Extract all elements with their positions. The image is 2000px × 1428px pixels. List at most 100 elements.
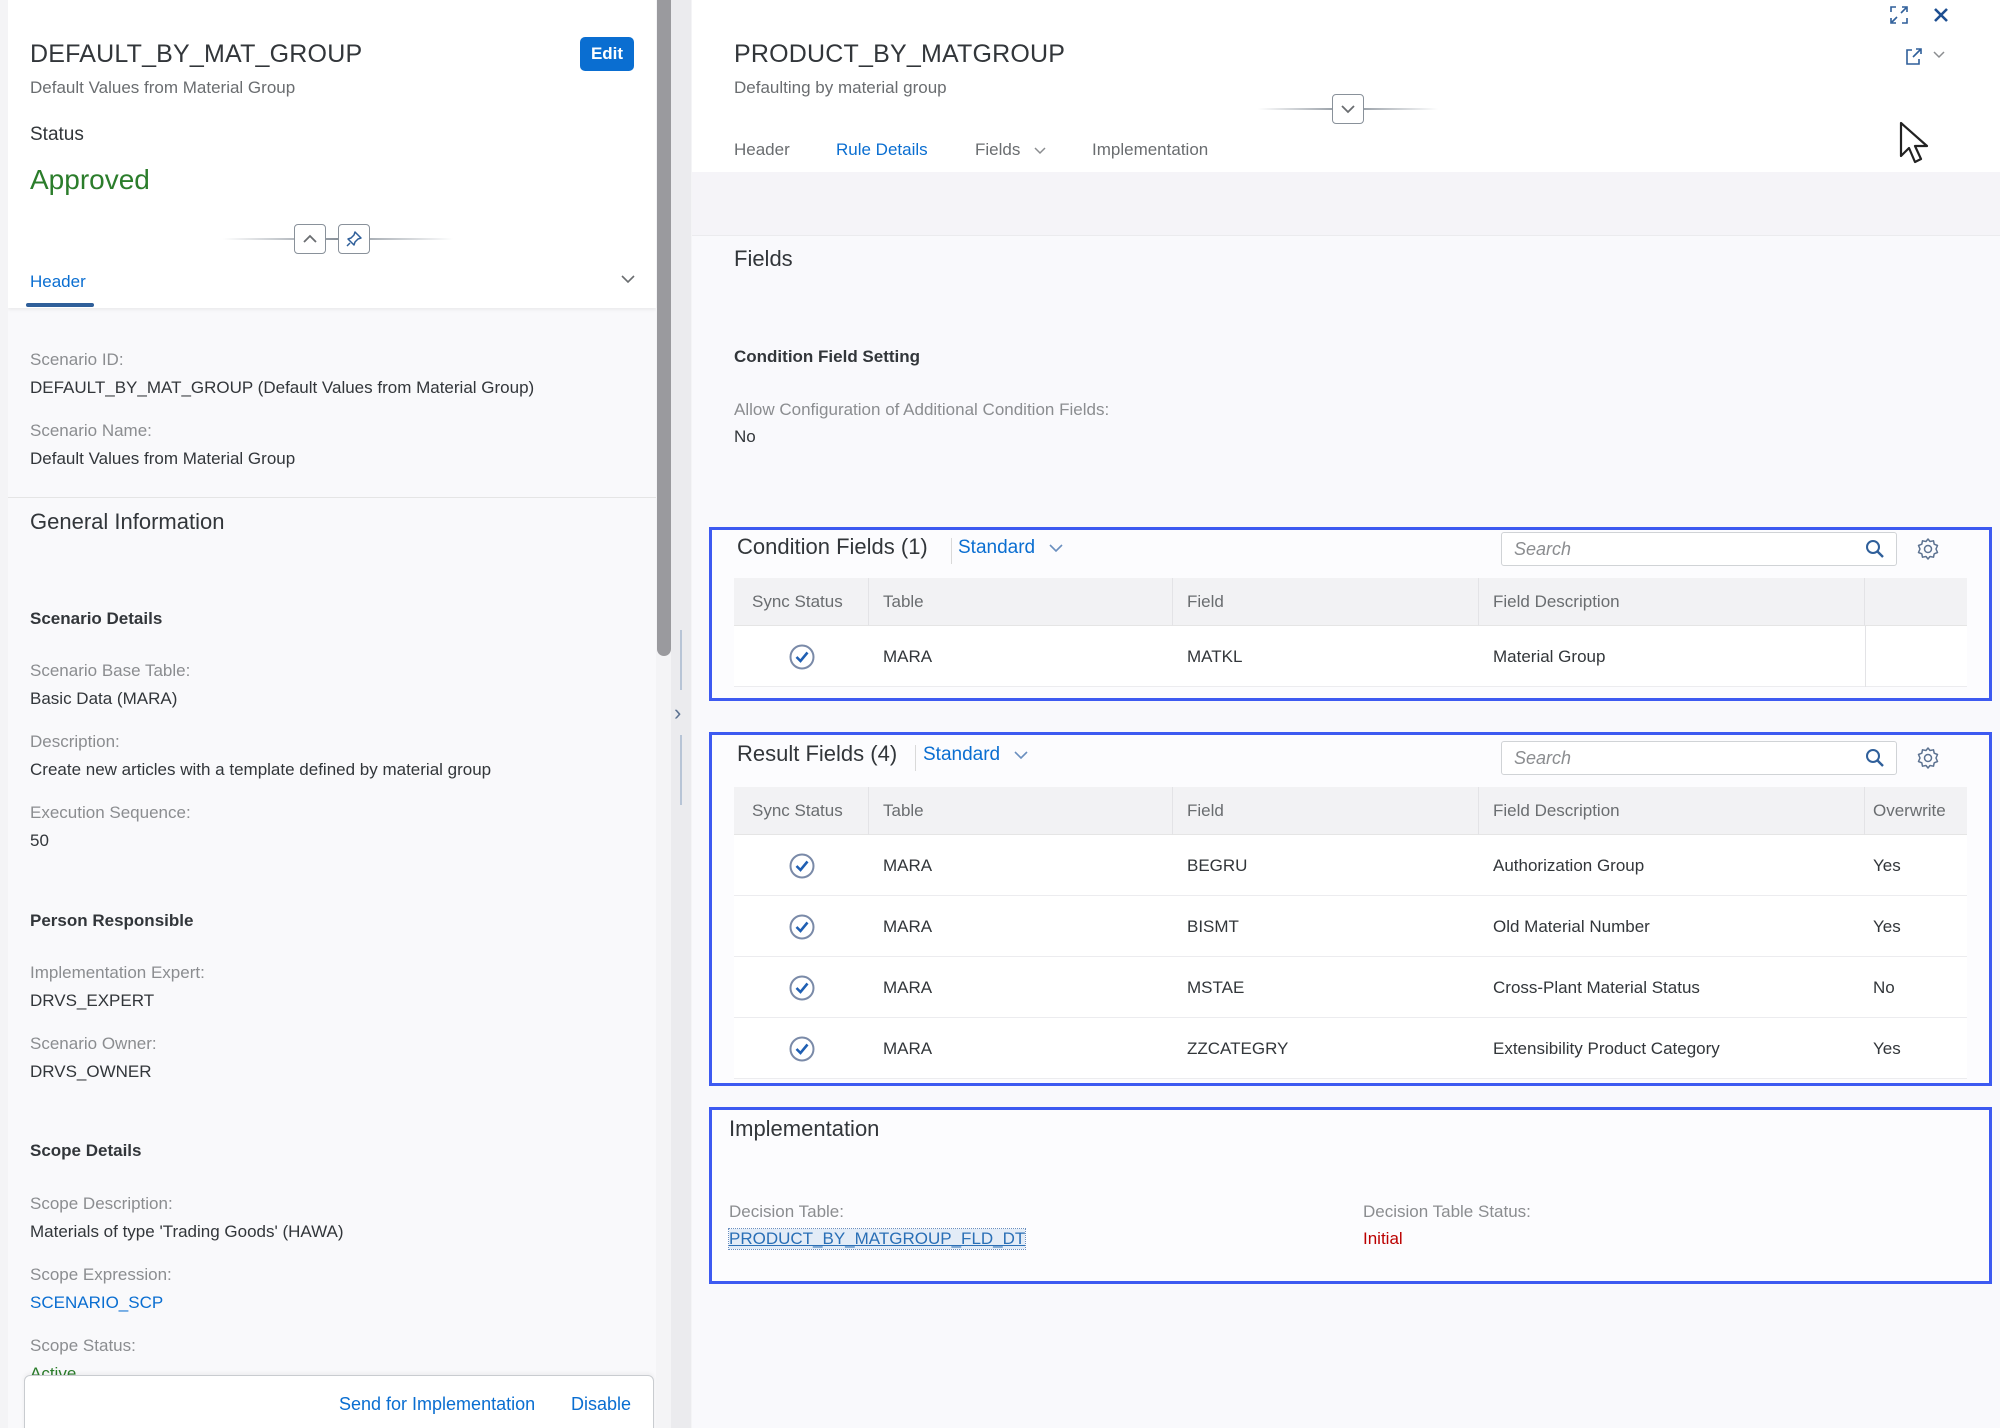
- exit-full-screen-button[interactable]: [1886, 2, 1912, 28]
- result-search-field[interactable]: [1501, 741, 1897, 775]
- chevron-down-icon[interactable]: [620, 274, 636, 284]
- gear-icon[interactable]: [1916, 746, 1940, 770]
- scope-description-value: Materials of type 'Trading Goods' (HAWA): [30, 1222, 344, 1241]
- expand-header-button[interactable]: [1332, 94, 1364, 124]
- right-subtitle: Defaulting by material group: [734, 78, 947, 97]
- collapse-header-button[interactable]: [294, 224, 326, 254]
- scenario-name-label: Scenario Name:: [30, 421, 152, 440]
- column-header-table[interactable]: Table: [869, 787, 1173, 835]
- status-label: Status: [30, 124, 84, 145]
- column-header-sync-status[interactable]: Sync Status: [734, 787, 869, 835]
- field-description-cell: Authorization Group: [1493, 856, 1645, 875]
- scope-details-heading: Scope Details: [30, 1141, 142, 1160]
- section-divider: [8, 497, 656, 498]
- decision-table-label: Decision Table:: [729, 1202, 844, 1221]
- field-description-cell: Cross-Plant Material Status: [1493, 978, 1700, 997]
- condition-table-header: Sync Status Table Field Field Descriptio…: [734, 578, 1967, 626]
- tab-header[interactable]: Header: [30, 272, 86, 292]
- decision-table-status-label: Decision Table Status:: [1363, 1202, 1531, 1221]
- tab-header[interactable]: Header: [734, 140, 790, 160]
- table-row[interactable]: MARA ZZCATEGRY Extensibility Product Categ…: [734, 1018, 1967, 1079]
- allow-config-value: No: [734, 427, 756, 446]
- condition-variant-selector[interactable]: Standard: [958, 537, 1064, 559]
- condition-search-input[interactable]: [1514, 537, 1830, 561]
- chevron-right-icon[interactable]: ›: [674, 700, 681, 726]
- table-cell: MARA: [883, 978, 933, 997]
- variant-separator: [951, 538, 952, 564]
- panel-splitter[interactable]: ›: [671, 0, 691, 1428]
- field-description-cell: Old Material Number: [1493, 917, 1650, 936]
- table-row[interactable]: MARA BEGRU Authorization Group Yes: [734, 835, 1967, 896]
- table-row[interactable]: MARA MATKL Material Group: [734, 626, 1967, 687]
- close-icon: [1934, 8, 1948, 22]
- column-header-overwrite[interactable]: Overwrite: [1865, 787, 1967, 835]
- column-header-field-description[interactable]: Field Description: [1479, 578, 1865, 626]
- check-circle-icon: [789, 914, 814, 939]
- result-fields-title: Result Fields (4): [737, 741, 898, 766]
- exit-full-screen-icon: [1890, 6, 1908, 24]
- decision-table-link[interactable]: PRODUCT_BY_MATGROUP_FLD_DT: [727, 1228, 1027, 1250]
- general-information-title: General Information: [30, 509, 225, 534]
- sync-status-cell: [734, 1018, 869, 1079]
- column-header-table[interactable]: Table: [869, 578, 1173, 626]
- search-icon[interactable]: [1864, 747, 1886, 769]
- disable-button[interactable]: Disable: [571, 1394, 631, 1415]
- check-circle-icon: [789, 975, 814, 1000]
- tab-fields-label: Fields: [975, 140, 1021, 159]
- edit-button[interactable]: Edit: [580, 37, 634, 71]
- column-header-field[interactable]: Field: [1173, 787, 1479, 835]
- chevron-down-icon: [1014, 751, 1028, 760]
- share-icon: [1906, 48, 1922, 65]
- decision-table-status-value: Initial: [1363, 1229, 1403, 1248]
- column-header-sync-status[interactable]: Sync Status: [734, 578, 869, 626]
- sync-status-cell: [734, 896, 869, 957]
- field-cell: MATKL: [1187, 647, 1243, 666]
- status-value: Approved: [30, 164, 150, 195]
- fields-section-title: Fields: [734, 246, 793, 271]
- table-cell: MARA: [883, 647, 933, 666]
- splitter-line-top: [680, 630, 682, 690]
- send-for-implementation-button[interactable]: Send for Implementation: [339, 1394, 535, 1415]
- variant-label: Standard: [958, 537, 1036, 558]
- condition-fields-panel: Condition Fields (1) Standard Sync Statu…: [709, 527, 1992, 701]
- search-icon[interactable]: [1864, 538, 1886, 560]
- overwrite-cell: No: [1873, 978, 1895, 997]
- column-header-field[interactable]: Field: [1173, 578, 1479, 626]
- table-row[interactable]: MARA MSTAE Cross-Plant Material Status No: [734, 957, 1967, 1018]
- column-header-field-description[interactable]: Field Description: [1479, 787, 1865, 835]
- share-button[interactable]: [1900, 42, 1928, 70]
- share-menu-chevron-icon[interactable]: [1932, 50, 1946, 60]
- check-circle-icon: [789, 853, 814, 878]
- scenario-id-value: DEFAULT_BY_MAT_GROUP (Default Values fro…: [30, 378, 535, 397]
- left-object-page: DEFAULT_BY_MAT_GROUP Default Values from…: [8, 0, 656, 1428]
- result-search-input[interactable]: [1514, 746, 1830, 770]
- scenario-id-label: Scenario ID:: [30, 350, 124, 369]
- implementation-title: Implementation: [729, 1116, 880, 1141]
- table-cell: MARA: [883, 917, 933, 936]
- right-title: PRODUCT_BY_MATGROUP: [734, 40, 1066, 68]
- footer-toolbar: Send for Implementation Disable: [24, 1375, 654, 1428]
- tab-rule-details[interactable]: Rule Details: [836, 140, 928, 160]
- base-table-value: Basic Data (MARA): [30, 689, 178, 708]
- tab-header-indicator: [26, 303, 94, 307]
- pin-header-button[interactable]: [338, 224, 370, 254]
- condition-search-field[interactable]: [1501, 532, 1897, 566]
- right-object-page: PRODUCT_BY_MATGROUP Defaulting by materi…: [692, 0, 2000, 1428]
- table-row[interactable]: MARA BISMT Old Material Number Yes: [734, 896, 1967, 957]
- chevron-down-icon: [1341, 105, 1355, 114]
- result-table-header: Sync Status Table Field Field Descriptio…: [734, 787, 1967, 835]
- overwrite-cell: Yes: [1873, 1039, 1901, 1058]
- scenario-owner-value: DRVS_OWNER: [30, 1062, 152, 1081]
- close-button[interactable]: [1928, 2, 1954, 28]
- tab-implementation[interactable]: Implementation: [1092, 140, 1208, 160]
- sync-status-cell: [734, 835, 869, 896]
- scenario-owner-label: Scenario Owner:: [30, 1034, 157, 1053]
- tab-fields[interactable]: Fields: [975, 140, 1047, 160]
- scope-expression-link[interactable]: SCENARIO_SCP: [30, 1293, 163, 1313]
- left-panel-scrollbar[interactable]: [657, 0, 671, 656]
- check-circle-icon: [789, 1036, 814, 1061]
- description-label: Description:: [30, 732, 120, 751]
- result-variant-selector[interactable]: Standard: [923, 744, 1029, 766]
- gear-icon[interactable]: [1916, 537, 1940, 561]
- check-circle-icon: [789, 644, 814, 669]
